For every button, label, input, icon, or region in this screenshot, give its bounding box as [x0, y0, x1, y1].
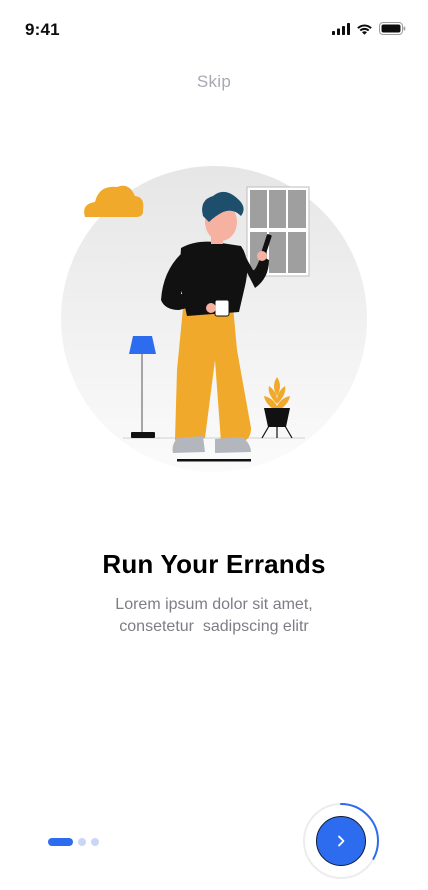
next-button[interactable]: [316, 816, 366, 866]
page-dot: [78, 838, 86, 846]
page-dot-active: [48, 838, 73, 846]
status-bar: 9:41: [0, 0, 428, 60]
page-dot: [91, 838, 99, 846]
errands-illustration: [61, 166, 367, 472]
onboarding-subtitle: Lorem ipsum dolor sit amet, consetetur s…: [0, 594, 428, 638]
battery-icon: [379, 22, 406, 40]
skip-button[interactable]: Skip: [0, 72, 428, 92]
chevron-right-icon: [338, 835, 345, 847]
onboarding-title: Run Your Errands: [102, 549, 326, 579]
status-time: 9:41: [25, 20, 60, 39]
window-shape: [246, 186, 310, 277]
page-indicator: [48, 838, 99, 846]
subtitle-line-1: Lorem ipsum dolor sit amet,: [115, 596, 313, 613]
status-icons: [332, 22, 406, 40]
next-button-container[interactable]: [301, 801, 381, 881]
onboarding-illustration: [55, 160, 375, 475]
subtitle-line-2: consetetur sadipscing elitr: [119, 618, 309, 635]
wifi-icon: [356, 22, 373, 40]
cellular-signal-icon: [332, 22, 350, 40]
